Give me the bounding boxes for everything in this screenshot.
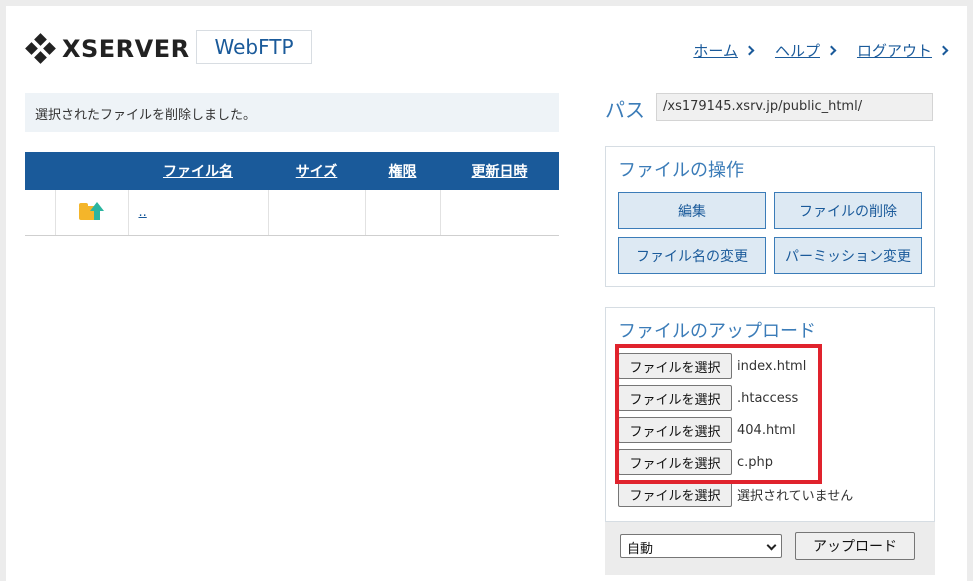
path-label: パス <box>605 98 645 122</box>
xserver-logo[interactable]: XSERVER <box>25 33 190 64</box>
nav-help-link[interactable]: ヘルプ <box>774 40 837 61</box>
file-input-row-5: ファイルを選択 選択されていません <box>618 481 853 507</box>
status-message: 選択されたファイルを削除しました。 <box>25 93 559 132</box>
row-select-cell <box>25 190 56 236</box>
upload-button[interactable]: アップロード <box>795 532 915 560</box>
nav-help-label: ヘルプ <box>774 42 820 60</box>
column-header-modified[interactable]: 更新日時 <box>440 152 559 190</box>
row-size-cell <box>268 190 366 236</box>
change-permission-button[interactable]: パーミッション変更 <box>774 237 922 274</box>
file-list-table: ファイル名 サイズ 権限 更新日時 .. <box>25 152 559 236</box>
table-row[interactable]: .. <box>25 190 559 236</box>
row-date-cell <box>440 190 559 236</box>
parent-directory-link[interactable]: .. <box>129 205 147 220</box>
column-header-select <box>25 152 55 190</box>
file-upload-title: ファイルのアップロード <box>618 321 816 342</box>
encoding-select[interactable]: 自動 <box>620 534 782 558</box>
chevron-down-icon <box>766 540 777 551</box>
file-operations-title: ファイルの操作 <box>618 160 744 181</box>
parent-folder-up-icon[interactable] <box>76 202 108 222</box>
nav-logout-link[interactable]: ログアウト <box>856 40 949 61</box>
chevron-right-icon <box>938 45 949 56</box>
product-badge: WebFTP <box>196 30 312 64</box>
nav-home-link[interactable]: ホーム <box>693 40 755 61</box>
nav-home-label: ホーム <box>693 42 738 60</box>
highlight-box <box>615 344 822 484</box>
row-permission-cell <box>365 190 441 236</box>
table-header-row: ファイル名 サイズ 権限 更新日時 <box>25 152 559 190</box>
choose-file-button[interactable]: ファイルを選択 <box>618 481 732 507</box>
path-field[interactable]: /xs179145.xsrv.jp/public_html/ <box>656 93 933 121</box>
column-header-size[interactable]: サイズ <box>268 152 365 190</box>
chevron-right-icon <box>744 45 755 56</box>
nav-logout-label: ログアウト <box>856 42 932 60</box>
selected-filename: 選択されていません <box>737 488 854 504</box>
rename-file-button[interactable]: ファイル名の変更 <box>618 237 766 274</box>
chevron-right-icon <box>826 45 837 56</box>
row-icon-cell[interactable] <box>55 190 129 236</box>
column-header-icon <box>55 152 128 190</box>
logo-diamond-icon <box>25 33 56 64</box>
column-header-filename[interactable]: ファイル名 <box>128 152 268 190</box>
top-navigation: ホーム ヘルプ ログアウト <box>693 40 949 61</box>
logo-text: XSERVER <box>62 35 190 63</box>
edit-button[interactable]: 編集 <box>618 192 766 229</box>
delete-file-button[interactable]: ファイルの削除 <box>774 192 922 229</box>
column-header-permission[interactable]: 権限 <box>365 152 440 190</box>
encoding-selected-value: 自動 <box>627 542 654 557</box>
